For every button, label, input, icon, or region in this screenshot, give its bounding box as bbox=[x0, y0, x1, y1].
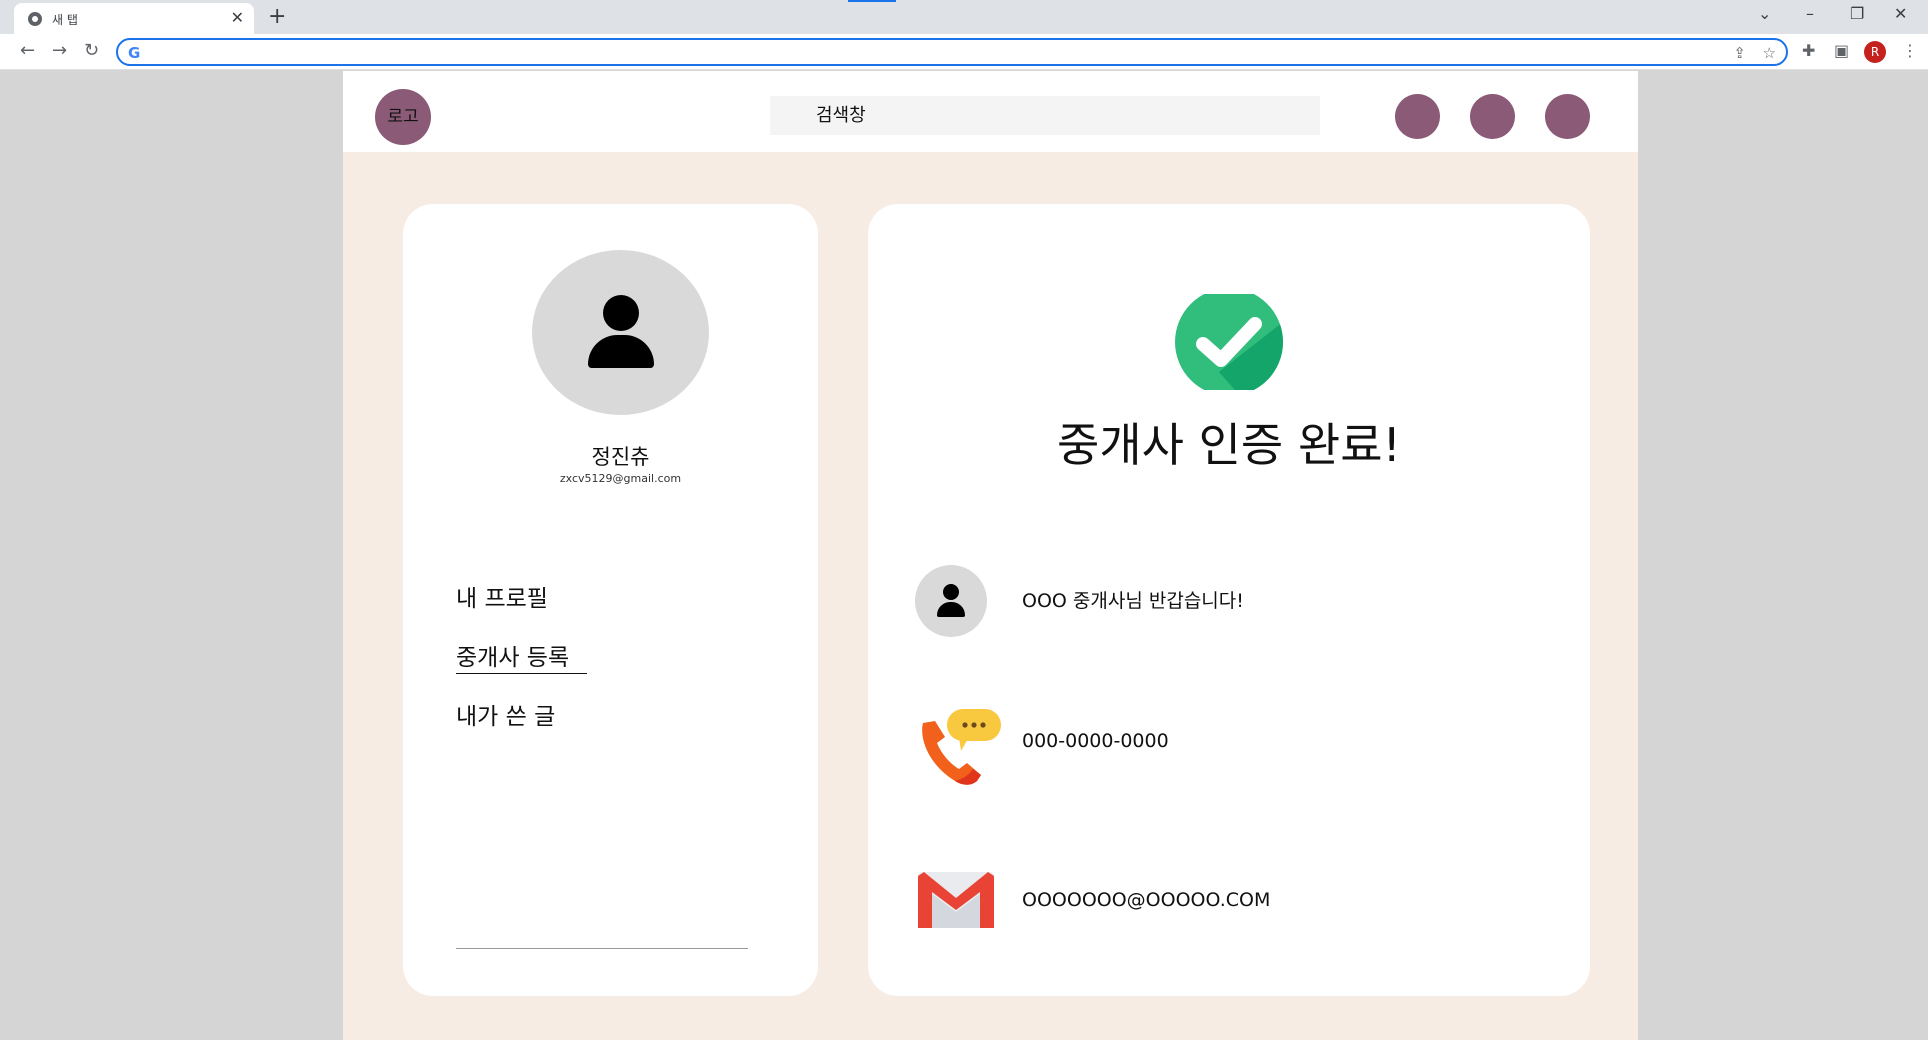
confirmation-title: 중개사 인증 완료! bbox=[1057, 418, 1401, 472]
header-button-3[interactable] bbox=[1545, 94, 1590, 139]
menu-dots-icon[interactable]: ⋮ bbox=[1902, 41, 1918, 60]
header-button-2[interactable] bbox=[1470, 94, 1515, 139]
restore-icon[interactable]: ❐ bbox=[1850, 4, 1864, 23]
search-input[interactable]: 검색창 bbox=[770, 96, 1320, 135]
menu-item-my-posts[interactable]: 내가 쓴 글 bbox=[456, 697, 555, 731]
logo[interactable]: 로고 bbox=[375, 89, 431, 145]
site-header: 로고 검색창 bbox=[343, 71, 1638, 152]
browser-tabbar: 새 탭 ✕ + ⌄ – ❐ ✕ bbox=[0, 0, 1928, 34]
forward-arrow-icon[interactable]: → bbox=[52, 40, 67, 61]
tab-search-icon[interactable]: ⌄ bbox=[1758, 4, 1771, 23]
new-tab-button[interactable]: + bbox=[268, 4, 286, 29]
header-button-1[interactable] bbox=[1395, 94, 1440, 139]
menu-item-my-profile[interactable]: 내 프로필 bbox=[456, 579, 548, 613]
browser-tab[interactable]: 새 탭 ✕ bbox=[14, 3, 254, 34]
tab-indicator bbox=[848, 0, 896, 2]
chrome-icon bbox=[28, 12, 42, 26]
confirmation-card: 중개사 인증 완료! OOO 중개사님 반갑습니다! 000-0000-0000… bbox=[868, 204, 1590, 996]
address-bar[interactable]: G ⇪ ☆ bbox=[116, 38, 1788, 66]
profile-avatar[interactable]: R bbox=[1864, 41, 1886, 63]
bookmark-star-icon[interactable]: ☆ bbox=[1763, 44, 1776, 62]
back-arrow-icon[interactable]: ← bbox=[20, 40, 35, 61]
check-circle-icon bbox=[1175, 294, 1283, 390]
email-address: OOOOOOO@OOOOO.COM bbox=[1022, 889, 1271, 911]
reload-icon[interactable]: ↻ bbox=[84, 40, 99, 61]
extensions-icon[interactable]: ✚ bbox=[1802, 41, 1815, 60]
menu-item-agent-register[interactable]: 중개사 등록 bbox=[456, 638, 569, 672]
google-icon: G bbox=[128, 44, 141, 62]
tab-title: 새 탭 bbox=[52, 13, 78, 27]
minimize-icon[interactable]: – bbox=[1806, 4, 1814, 23]
browser-toolbar: ← → ↻ G ⇪ ☆ ✚ ▣ R ⋮ bbox=[0, 34, 1928, 70]
phone-number: 000-0000-0000 bbox=[1022, 730, 1169, 752]
gmail-icon bbox=[918, 872, 994, 928]
user-icon bbox=[532, 250, 709, 415]
user-email: zxcv5129@gmail.com bbox=[559, 472, 682, 485]
close-window-icon[interactable]: ✕ bbox=[1894, 4, 1907, 23]
user-icon bbox=[915, 565, 987, 637]
phone-chat-icon bbox=[922, 709, 1001, 785]
tab-close-icon[interactable]: ✕ bbox=[231, 8, 244, 27]
share-icon[interactable]: ⇪ bbox=[1733, 44, 1746, 62]
divider bbox=[456, 948, 748, 949]
profile-card: 정진츄 zxcv5129@gmail.com 내 프로필 중개사 등록 내가 쓴… bbox=[403, 204, 818, 996]
user-name: 정진츄 bbox=[591, 445, 650, 469]
page: 로고 검색창 정진츄 zxcv5129@gmail.com 내 프로필 중개사 … bbox=[343, 71, 1638, 1040]
greeting-text: OOO 중개사님 반갑습니다! bbox=[1022, 590, 1244, 612]
active-menu-underline bbox=[456, 673, 587, 674]
side-panel-icon[interactable]: ▣ bbox=[1834, 41, 1849, 60]
